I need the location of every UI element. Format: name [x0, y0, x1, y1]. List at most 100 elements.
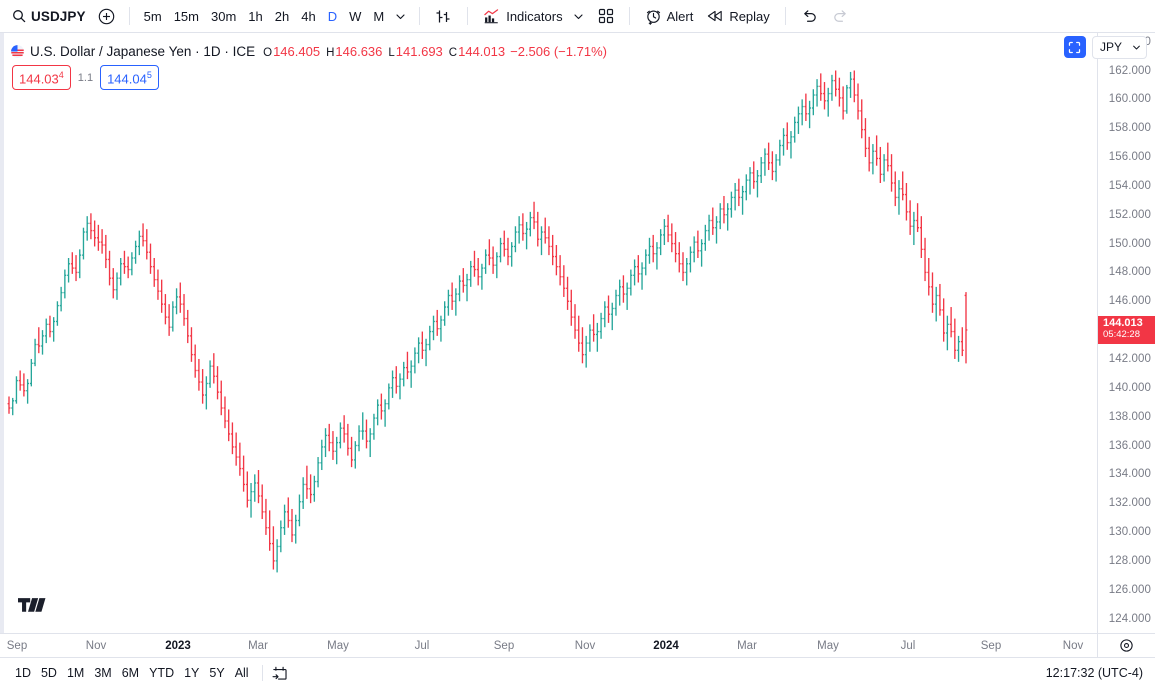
price-bar: [149, 243, 152, 274]
price-bar: [406, 351, 409, 380]
price-bar: [238, 442, 242, 476]
price-bar: [305, 465, 309, 499]
ohlc-key: O: [263, 47, 273, 59]
ohlc-pair-L: L 141.693: [388, 44, 442, 59]
timeframe-button-15m[interactable]: 15m: [168, 3, 205, 29]
chart-style-button[interactable]: [428, 3, 459, 29]
price-bar: [171, 301, 175, 332]
price-bar: [793, 116, 797, 143]
timeframe-button-W[interactable]: W: [343, 3, 367, 29]
timeframe-button-5m[interactable]: 5m: [138, 3, 168, 29]
timeframe-button-D[interactable]: D: [322, 3, 343, 29]
price-bar: [361, 412, 365, 440]
timeframe-more-button[interactable]: [390, 3, 411, 29]
price-tick-label: 134.000: [1108, 468, 1151, 481]
price-bar: [610, 302, 614, 331]
price-bar: [692, 236, 696, 263]
axis-settings-button[interactable]: [1097, 633, 1155, 658]
ohlc-pair-C: C 144.013: [449, 44, 505, 59]
price-bar: [111, 268, 115, 299]
add-symbol-button[interactable]: [92, 3, 121, 29]
timeframe-label: 2h: [274, 8, 290, 24]
bid-price-badge[interactable]: 144.034: [12, 65, 71, 91]
grid-layout-icon: [598, 8, 614, 24]
go-to-date-icon[interactable]: [271, 665, 288, 682]
timeframe-button-1h[interactable]: 1h: [242, 3, 268, 29]
price-bar: [432, 315, 435, 341]
price-bar: [718, 203, 722, 230]
alert-button[interactable]: Alert: [638, 3, 701, 29]
price-bar: [119, 258, 123, 286]
price-bar: [633, 259, 636, 286]
redo-button[interactable]: [825, 3, 856, 29]
price-bar: [223, 396, 227, 429]
legend-symbol-row[interactable]: U.S. Dollar / Japanese Yen · 1D · ICE O1…: [10, 44, 607, 59]
bid-value: 144.03: [19, 71, 59, 87]
time-tick-label: May: [817, 639, 839, 652]
price-bar: [763, 148, 767, 176]
layouts-button[interactable]: [591, 3, 621, 29]
current-price-badge[interactable]: 144.013 05:42:28: [1098, 315, 1155, 344]
price-bar: [391, 370, 394, 398]
tradingview-logo-watermark: [18, 598, 48, 621]
range-button-YTD[interactable]: YTD: [144, 663, 179, 683]
timeframe-label: W: [349, 8, 362, 24]
range-button-1D[interactable]: 1D: [10, 663, 36, 683]
price-bar: [78, 249, 82, 279]
undo-button[interactable]: [794, 3, 825, 29]
currency-select[interactable]: JPY: [1091, 35, 1147, 59]
price-bar: [197, 358, 201, 391]
price-bar: [216, 366, 219, 400]
price-bar: [789, 131, 793, 159]
ask-value-sup: 5: [146, 70, 152, 80]
symbol-search-button[interactable]: USDJPY: [8, 3, 92, 29]
price-bar: [74, 255, 78, 282]
price-bar: [901, 171, 905, 201]
timeframe-button-4h[interactable]: 4h: [295, 3, 321, 29]
price-bar: [748, 167, 752, 195]
price-bar: [476, 258, 480, 286]
toolbar-divider: [784, 7, 786, 25]
price-bar: [413, 347, 417, 374]
price-bar: [70, 252, 74, 274]
price-tick-label: 146.000: [1108, 295, 1151, 308]
range-button-All[interactable]: All: [230, 663, 254, 683]
range-button-3M[interactable]: 3M: [89, 663, 116, 683]
range-button-5Y[interactable]: 5Y: [204, 663, 229, 683]
price-bar: [484, 249, 488, 274]
price-bar: [521, 213, 525, 241]
expand-chart-icon[interactable]: [1063, 36, 1086, 58]
price-bar: [324, 428, 327, 458]
replay-button[interactable]: Replay: [700, 3, 776, 29]
time-axis[interactable]: Sep Nov 2023 Mar May Jul Sep Nov 2024 Mar May Jul Se…: [0, 633, 1097, 658]
price-bar: [164, 294, 167, 325]
time-tick-label: Sep: [980, 639, 1002, 652]
toolbar-divider: [628, 7, 630, 25]
range-button-1Y[interactable]: 1Y: [179, 663, 204, 683]
price-bar: [417, 337, 421, 364]
price-bar: [945, 315, 949, 351]
price-bar: [435, 309, 439, 336]
timeframe-label: D: [327, 8, 338, 24]
chart-canvas-area[interactable]: [0, 33, 1097, 633]
ohlc-value: 141.693: [395, 44, 443, 59]
timeframe-button-2h[interactable]: 2h: [269, 3, 295, 29]
timeframe-button-M[interactable]: M: [367, 3, 390, 29]
range-button-1M[interactable]: 1M: [62, 663, 89, 683]
range-button-6M[interactable]: 6M: [117, 663, 144, 683]
price-bar: [204, 376, 208, 410]
price-scale[interactable]: 164.000162.000160.000158.000156.000154.0…: [1097, 33, 1155, 633]
price-bar: [551, 234, 555, 266]
rewind-icon: [707, 9, 724, 23]
bid-ask-row: 144.034 1.1 144.045: [12, 65, 607, 91]
price-bar: [662, 219, 666, 246]
time-tick-label: May: [327, 639, 349, 652]
ask-price-badge[interactable]: 144.045: [100, 65, 159, 91]
price-bar: [897, 180, 901, 215]
timeframe-button-30m[interactable]: 30m: [205, 3, 242, 29]
range-button-5D[interactable]: 5D: [36, 663, 62, 683]
price-bar: [178, 282, 182, 313]
ohlc-key: H: [326, 47, 335, 59]
indicators-button[interactable]: Indicators: [476, 3, 590, 29]
price-bar: [41, 330, 44, 355]
